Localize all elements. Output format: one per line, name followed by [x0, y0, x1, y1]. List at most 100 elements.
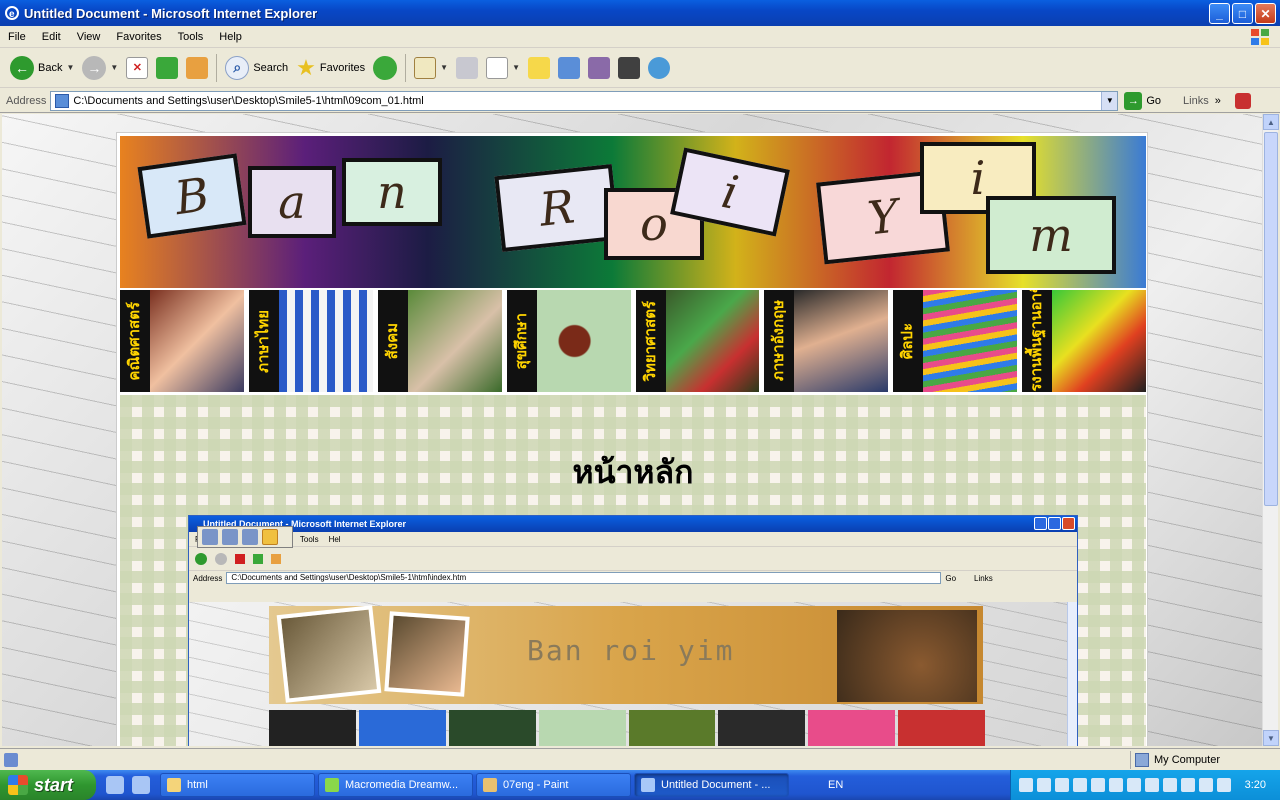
- tray-icon[interactable]: [1037, 778, 1051, 792]
- nav-career[interactable]: การงานพื้นฐานอาชีพ: [1022, 290, 1146, 392]
- film-button[interactable]: [614, 51, 644, 85]
- refresh-button[interactable]: [152, 51, 182, 85]
- nested-title: Untitled Document - Microsoft Internet E…: [189, 516, 1077, 532]
- search-button[interactable]: ⌕ Search: [221, 51, 292, 85]
- go-button[interactable]: → Go: [1124, 91, 1161, 110]
- toolbar: ← Back ▼ → ▼ ✕ ⌕ Search ★ Favorites ▼ ▼: [0, 48, 1280, 88]
- messenger-button[interactable]: [644, 51, 674, 85]
- task-label: Untitled Document - ...: [661, 779, 771, 791]
- nav-label: สังคม: [383, 322, 401, 360]
- nav-math[interactable]: คณิตศาสตร์: [120, 290, 244, 392]
- nested-menu: F Tools Hel: [189, 532, 1077, 546]
- messenger-icon: [648, 56, 670, 79]
- task-paint[interactable]: 07eng - Paint: [476, 773, 631, 797]
- mail-button[interactable]: ▼: [410, 51, 452, 85]
- nested-address-url: C:\Documents and Settings\user\Desktop\S…: [226, 572, 942, 584]
- nav-thai[interactable]: ภาษาไทย: [248, 290, 373, 392]
- maximize-button[interactable]: □: [1232, 3, 1253, 24]
- edit-button[interactable]: ▼: [482, 51, 524, 85]
- email-image-icon[interactable]: [242, 529, 258, 545]
- tray-icon[interactable]: [1055, 778, 1069, 792]
- forward-dropdown-icon[interactable]: ▼: [110, 63, 118, 72]
- svg-text:e: e: [9, 9, 15, 20]
- tray-icon[interactable]: [1127, 778, 1141, 792]
- embedded-screenshot: Untitled Document - Microsoft Internet E…: [188, 515, 1078, 746]
- menu-help[interactable]: Help: [211, 31, 250, 43]
- home-button[interactable]: [182, 51, 212, 85]
- favorites-label: Favorites: [319, 61, 366, 74]
- media-quicklaunch-icon[interactable]: [132, 776, 150, 794]
- ie-quicklaunch-icon[interactable]: [106, 776, 124, 794]
- my-pictures-icon[interactable]: [262, 529, 278, 545]
- scroll-down-icon[interactable]: ▼: [1263, 730, 1279, 746]
- address-dropdown-icon[interactable]: ▼: [1101, 91, 1118, 110]
- nav-science[interactable]: วิทยาศาสตร์: [635, 290, 760, 392]
- minimize-button[interactable]: _: [1209, 3, 1230, 24]
- print-icon: [456, 56, 479, 79]
- floating-image-toolbar: [197, 526, 293, 548]
- save-image-icon[interactable]: [202, 529, 218, 545]
- nav-health[interactable]: สุขศึกษา: [506, 290, 631, 392]
- page-heading: หน้าหลัก: [572, 453, 694, 491]
- close-button[interactable]: ✕: [1255, 3, 1276, 24]
- print-button[interactable]: [452, 51, 482, 85]
- tray-icon[interactable]: [1091, 778, 1105, 792]
- system-tray: 3:20: [1010, 770, 1280, 800]
- tray-icon[interactable]: [1073, 778, 1087, 792]
- back-dropdown-icon[interactable]: ▼: [66, 63, 74, 72]
- start-button[interactable]: start: [0, 770, 96, 800]
- menu-edit[interactable]: Edit: [34, 31, 69, 43]
- tray-icon[interactable]: [1109, 778, 1123, 792]
- menu-view[interactable]: View: [69, 31, 109, 43]
- links-chevron-icon[interactable]: »: [1215, 95, 1221, 107]
- vertical-scrollbar[interactable]: ▲ ▼: [1262, 114, 1279, 746]
- nav-label: ภาษาอังกฤษ: [770, 300, 788, 382]
- go-arrow-icon: →: [1124, 91, 1143, 110]
- address-label: Address: [6, 94, 47, 107]
- discuss-button[interactable]: [524, 51, 554, 85]
- menu-tools[interactable]: Tools: [170, 31, 212, 43]
- forward-button[interactable]: → ▼: [78, 51, 122, 85]
- address-input[interactable]: C:\Documents and Settings\user\Desktop\S…: [50, 90, 1119, 111]
- tray-icon[interactable]: [1199, 778, 1213, 792]
- nav-english[interactable]: ภาษาอังกฤษ: [764, 290, 889, 392]
- back-button[interactable]: ← Back ▼: [6, 51, 78, 85]
- research-button[interactable]: [554, 51, 584, 85]
- links-button[interactable]: Links: [1183, 95, 1209, 107]
- task-dreamweaver[interactable]: Macromedia Dreamw...: [318, 773, 473, 797]
- clock[interactable]: 3:20: [1245, 779, 1266, 791]
- task-ie[interactable]: Untitled Document - ...: [634, 773, 789, 797]
- print-image-icon[interactable]: [222, 529, 238, 545]
- task-html[interactable]: html: [160, 773, 315, 797]
- stop-button[interactable]: ✕: [122, 51, 152, 85]
- dreamweaver-icon: [325, 778, 339, 792]
- nav-social[interactable]: สังคม: [377, 290, 502, 392]
- tray-icon[interactable]: [1145, 778, 1159, 792]
- nav-label: สุขศึกษา: [512, 312, 530, 370]
- history-button[interactable]: [369, 51, 401, 85]
- nested-banner: Ban roi yim: [269, 605, 983, 704]
- menu-bar: File Edit View Favorites Tools Help: [0, 26, 1280, 48]
- language-indicator[interactable]: EN: [828, 779, 843, 791]
- nav-art[interactable]: ศิลปะ: [893, 290, 1018, 392]
- search-icon: ⌕: [225, 55, 250, 80]
- banner-letter: B: [137, 153, 247, 239]
- scroll-thumb[interactable]: [1264, 132, 1278, 506]
- taskbar: start html Macromedia Dreamw... 07eng - …: [0, 770, 1280, 800]
- toolbar-extension-icon[interactable]: [1234, 92, 1251, 109]
- stop-icon: ✕: [126, 56, 149, 79]
- tray-icon[interactable]: [1181, 778, 1195, 792]
- tray-icon[interactable]: [1163, 778, 1177, 792]
- zone-label: My Computer: [1154, 754, 1221, 766]
- tray-icon[interactable]: [1217, 778, 1231, 792]
- menu-file[interactable]: File: [0, 31, 34, 43]
- tray-icon[interactable]: [1019, 778, 1033, 792]
- address-url: C:\Documents and Settings\user\Desktop\S…: [73, 94, 424, 107]
- media-button[interactable]: [584, 51, 614, 85]
- computer-icon: [1135, 753, 1149, 767]
- page-status-icon: [4, 752, 18, 767]
- forward-arrow-icon: →: [82, 55, 107, 80]
- scroll-up-icon[interactable]: ▲: [1263, 114, 1279, 130]
- favorites-button[interactable]: ★ Favorites: [292, 51, 369, 85]
- menu-favorites[interactable]: Favorites: [108, 31, 169, 43]
